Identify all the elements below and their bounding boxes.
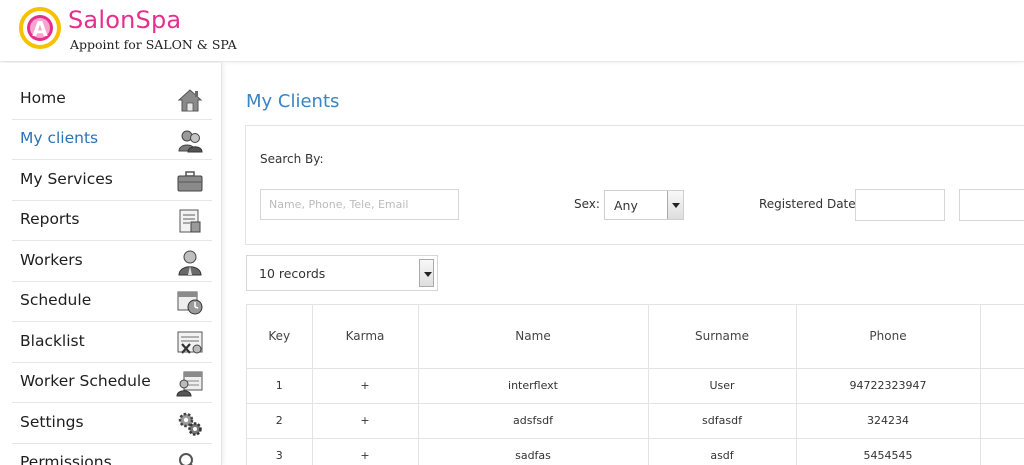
- sidebar-item-workers[interactable]: Workers: [12, 242, 212, 282]
- sidebar-item-schedule[interactable]: Schedule: [12, 282, 212, 322]
- sidebar-item-label: Blacklist: [20, 332, 85, 350]
- search-input[interactable]: Name, Phone, Tele, Email: [260, 189, 459, 220]
- column-header-key[interactable]: Key: [247, 305, 313, 369]
- cell-key: 1: [247, 368, 313, 404]
- sidebar-item-label: Settings: [20, 413, 84, 431]
- cell-name: interflext: [418, 368, 649, 404]
- sidebar-item-permissions[interactable]: Permissions: [12, 444, 212, 465]
- sidebar-item-worker-schedule[interactable]: Worker Schedule: [12, 363, 212, 403]
- briefcase-icon: [177, 171, 203, 192]
- cell-karma[interactable]: +: [312, 368, 419, 404]
- sidebar-item-home[interactable]: Home: [12, 80, 212, 120]
- sidebar: Home My clients My Services Reports Work…: [0, 63, 222, 465]
- sidebar-item-label: Permissions: [20, 453, 112, 465]
- sex-select-value: Any: [614, 198, 638, 213]
- cell-key: 2: [247, 403, 313, 439]
- table-header-row: Key Karma Name Surname Phone: [247, 305, 1024, 369]
- column-header-surname[interactable]: Surname: [648, 305, 797, 369]
- sidebar-item-my-services[interactable]: My Services: [12, 161, 212, 201]
- cell-name: adsfsdf: [418, 403, 649, 439]
- cell-surname: User: [648, 368, 797, 404]
- table-row[interactable]: 3 + sadfas asdf 5454545: [247, 438, 1024, 465]
- registered-date-from-input[interactable]: [855, 189, 945, 221]
- chevron-down-icon[interactable]: [419, 259, 434, 287]
- cell-surname: asdf: [648, 438, 797, 465]
- registered-date-label: Registered Date:: [759, 197, 860, 211]
- cell-phone: 94722323947: [796, 368, 981, 404]
- brand-tagline: Appoint for SALON & SPA: [70, 37, 237, 52]
- sidebar-item-my-clients[interactable]: My clients: [12, 120, 212, 160]
- sidebar-item-label: Reports: [20, 210, 80, 228]
- brand-name: SalonSpa: [68, 6, 182, 34]
- salonspa-logo-icon: A: [19, 7, 61, 49]
- cell-extra: [980, 438, 1024, 465]
- cell-phone: 324234: [796, 403, 981, 439]
- registered-date-to-input[interactable]: [959, 189, 1024, 221]
- blacklist-icon: [177, 331, 203, 354]
- cell-extra: [980, 368, 1024, 404]
- column-header-phone[interactable]: Phone: [796, 305, 981, 369]
- column-header-extra: [980, 305, 1024, 369]
- cell-name: sadfas: [418, 438, 649, 465]
- column-header-name[interactable]: Name: [418, 305, 649, 369]
- cell-extra: [980, 403, 1024, 439]
- header: A SalonSpa Appoint for SALON & SPA: [0, 0, 1024, 62]
- cell-key: 3: [247, 438, 313, 465]
- logo-letter: A: [32, 17, 48, 41]
- cell-karma[interactable]: +: [312, 403, 419, 439]
- search-by-label: Search By:: [260, 152, 324, 166]
- sidebar-item-reports[interactable]: Reports: [12, 201, 212, 241]
- records-per-page-select[interactable]: 10 records: [246, 255, 438, 291]
- key-icon: [179, 453, 193, 465]
- clients-table: Key Karma Name Surname Phone 1 + interfl…: [246, 304, 1024, 465]
- sex-label: Sex:: [574, 197, 600, 211]
- table-row[interactable]: 1 + interflext User 94722323947: [247, 368, 1024, 404]
- cell-surname: sdfasdf: [648, 403, 797, 439]
- report-icon: [179, 209, 201, 233]
- search-filter-panel: Search By: Name, Phone, Tele, Email Sex:…: [245, 125, 1024, 245]
- sidebar-item-label: Worker Schedule: [20, 372, 151, 390]
- worker-calendar-icon: [176, 371, 203, 397]
- page-title: My Clients: [246, 91, 340, 112]
- cell-phone: 5454545: [796, 438, 981, 465]
- cell-karma[interactable]: +: [312, 438, 419, 465]
- house-icon: [177, 89, 203, 112]
- chevron-down-icon[interactable]: [667, 191, 683, 219]
- records-per-page-value: 10 records: [259, 266, 326, 281]
- sidebar-item-label: Workers: [20, 251, 83, 269]
- table-row[interactable]: 2 + adsfsdf sdfasdf 324234: [247, 403, 1024, 439]
- sidebar-item-settings[interactable]: Settings: [12, 404, 212, 444]
- users-icon: [178, 130, 203, 153]
- calendar-clock-icon: [177, 291, 203, 315]
- logo[interactable]: A SalonSpa Appoint for SALON & SPA: [16, 4, 237, 58]
- column-header-karma[interactable]: Karma: [312, 305, 419, 369]
- sidebar-item-label: My Services: [20, 170, 113, 188]
- sex-select[interactable]: Any: [604, 190, 684, 220]
- sidebar-item-label: Schedule: [20, 291, 92, 309]
- sidebar-item-label: My clients: [20, 129, 99, 147]
- worker-icon: [178, 250, 202, 276]
- gears-icon: [178, 412, 202, 436]
- sidebar-item-label: Home: [20, 89, 66, 107]
- sidebar-item-blacklist[interactable]: Blacklist: [12, 323, 212, 363]
